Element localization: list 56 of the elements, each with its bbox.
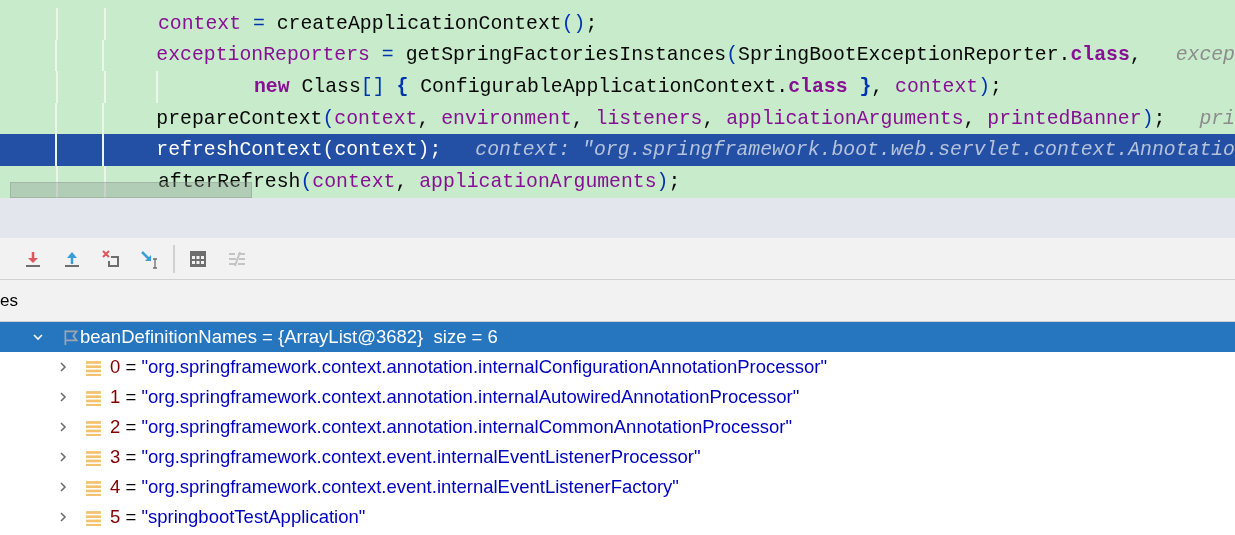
- equals-sign: =: [125, 446, 137, 467]
- list-icon: [85, 508, 102, 526]
- code-line: prepareContext(context, environment, listeners, applicationArguments, printedBanner);: [156, 107, 1166, 130]
- code-line: afterRefresh(context, applicationArguments);: [158, 170, 681, 193]
- list-icon: [85, 448, 102, 466]
- element-value: "org.springframework.context.annotation.internalConfigurationAnnotationProcessor": [141, 356, 828, 377]
- tree-row[interactable]: 1 = "org.springframework.context.annotation.internalAutowiredAnnotationProcessor": [0, 382, 1235, 412]
- element-index: 4: [110, 476, 121, 497]
- equals-sign: =: [262, 326, 273, 347]
- list-icon: [85, 418, 102, 436]
- tree-row[interactable]: beanDefinitionNames = {ArrayList@3682} size = 6: [0, 322, 1235, 352]
- calculator-icon[interactable]: [188, 248, 208, 269]
- element-index: 5: [110, 506, 121, 527]
- run-to-cursor-icon[interactable]: [140, 248, 160, 269]
- code-line: exceptionReporters = getSpringFactoriesInstances(SpringBootExceptionReporter.class,: [156, 44, 1142, 67]
- code-line: context = createApplicationContext();: [158, 12, 598, 35]
- code-line: new Class[] { ConfigurableApplicationContext.class }, context);: [254, 76, 1002, 98]
- variable-value: {ArrayList@3682}: [278, 326, 424, 347]
- inline-hint: excep: [1175, 44, 1235, 67]
- equals-sign: =: [125, 356, 137, 377]
- inline-hint: pri: [1199, 107, 1235, 130]
- tree-row[interactable]: 4 = "org.springframework.context.event.internalEventListenerFactory": [0, 472, 1235, 502]
- chevron-icon[interactable]: [57, 511, 69, 523]
- chevron-icon[interactable]: [57, 451, 69, 463]
- chevron-icon[interactable]: [57, 391, 69, 403]
- equals-sign: =: [125, 386, 137, 407]
- equals-sign: =: [125, 476, 137, 497]
- tree-row[interactable]: 3 = "org.springframework.context.event.internalEventListenerProcessor": [0, 442, 1235, 472]
- inline-hint: context: "org.springframework.boot.web.servlet.context.Annotatio: [475, 139, 1235, 162]
- variable-name: beanDefinitionNames: [80, 326, 257, 347]
- equals-sign: =: [125, 416, 137, 437]
- list-icon: [85, 358, 102, 376]
- chevron-icon[interactable]: [57, 421, 69, 433]
- element-value: "springbootTestApplication": [141, 506, 366, 527]
- chevron-icon[interactable]: [32, 331, 44, 343]
- chevron-icon[interactable]: [57, 481, 69, 493]
- tree-row[interactable]: 5 = "springbootTestApplication": [0, 502, 1235, 532]
- code-line: refreshContext(context);: [156, 139, 442, 162]
- list-icon: [85, 478, 102, 496]
- flag-icon: [62, 328, 80, 346]
- element-index: 0: [110, 356, 121, 377]
- variable-size: size = 6: [433, 326, 498, 347]
- panel-tab[interactable]: es: [0, 290, 18, 311]
- element-value: "org.springframework.context.event.internalEventListenerFactory": [141, 476, 679, 497]
- element-index: 1: [110, 386, 121, 407]
- tree-row[interactable]: 2 = "org.springframework.context.annotation.internalCommonAnnotationProcessor": [0, 412, 1235, 442]
- element-value: "org.springframework.context.event.internalEventListenerProcessor": [141, 446, 701, 467]
- element-index: 3: [110, 446, 121, 467]
- list-icon: [85, 388, 102, 406]
- element-value: "org.springframework.context.annotation.internalCommonAnnotationProcessor": [141, 416, 793, 437]
- equals-sign: =: [125, 506, 137, 527]
- element-value: "org.springframework.context.annotation.internalAutowiredAnnotationProcessor": [141, 386, 800, 407]
- tree-row[interactable]: 0 = "org.springframework.context.annotation.internalConfigurationAnnotationProcessor": [0, 352, 1235, 382]
- drop-frame-icon[interactable]: [101, 248, 121, 269]
- chevron-icon[interactable]: [57, 361, 69, 373]
- element-index: 2: [110, 416, 121, 437]
